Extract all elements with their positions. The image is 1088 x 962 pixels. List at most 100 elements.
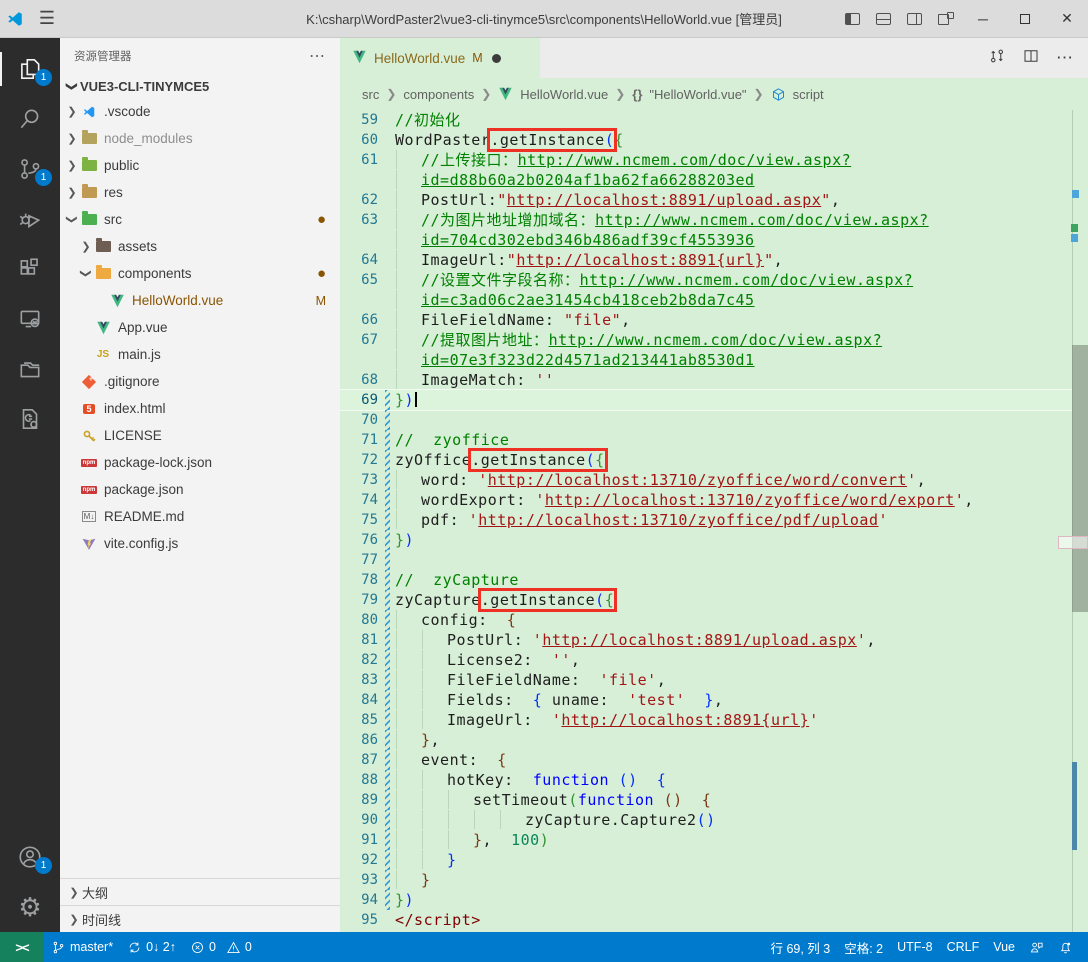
- open-changes-icon[interactable]: [988, 47, 1006, 70]
- scrollbar-thumb[interactable]: [1072, 345, 1088, 612]
- tree-item-components[interactable]: ❯components●: [60, 260, 340, 287]
- tree-root[interactable]: ❯ VUE3-CLI-TINYMCE5: [60, 74, 340, 98]
- toggle-sidebar-icon[interactable]: [845, 13, 860, 25]
- remote-indicator[interactable]: ><: [0, 932, 44, 962]
- code-line-92[interactable]: 92}: [340, 850, 1072, 870]
- code-line-64[interactable]: 64ImageUrl:"http://localhost:8891{url}",: [340, 250, 1072, 270]
- code-line-69[interactable]: 69}): [340, 390, 1072, 410]
- run-and-debug-icon[interactable]: [0, 194, 60, 244]
- code-line-59[interactable]: 59//初始化: [340, 110, 1072, 130]
- run-tools-icon[interactable]: [0, 394, 60, 444]
- tree-item-readme-md[interactable]: M↓README.md: [60, 503, 340, 530]
- tab-helloworld-vue[interactable]: HelloWorld.vue M: [340, 38, 540, 78]
- menu-hamburger-icon[interactable]: ☰: [30, 8, 64, 29]
- split-editor-icon[interactable]: [1022, 47, 1040, 70]
- settings-gear-icon[interactable]: ⚙: [0, 882, 60, 932]
- tree-item-vite-config-js[interactable]: vite.config.js: [60, 530, 340, 557]
- breadcrumb-item[interactable]: script: [793, 87, 824, 102]
- code-line-60[interactable]: 60WordPaster.getInstance({: [340, 130, 1072, 150]
- cursor-position[interactable]: 行 69, 列 3: [763, 932, 837, 962]
- breadcrumb-item[interactable]: components: [403, 87, 474, 102]
- git-sync-item[interactable]: 0↓ 2↑: [120, 932, 183, 962]
- extensions-icon[interactable]: [0, 244, 60, 294]
- breadcrumb-item[interactable]: "HelloWorld.vue": [649, 87, 746, 102]
- code-line-80[interactable]: 80config: {: [340, 610, 1072, 630]
- tree-item-public[interactable]: ❯public: [60, 152, 340, 179]
- code-line-wrap[interactable]: id=704cd302ebd346b486adf39cf4553936: [340, 230, 1072, 250]
- tree-item-license[interactable]: LICENSE: [60, 422, 340, 449]
- notifications-bell-icon[interactable]: [1051, 932, 1080, 962]
- toggle-secondary-sidebar-icon[interactable]: [907, 13, 922, 25]
- language-mode[interactable]: Vue: [986, 932, 1022, 962]
- tree-item-src[interactable]: ❯src●: [60, 206, 340, 233]
- maximize-button[interactable]: [1004, 0, 1046, 37]
- timeline-section[interactable]: ❯ 时间线: [60, 905, 340, 932]
- code-line-84[interactable]: 84Fields: { uname: 'test' },: [340, 690, 1072, 710]
- code-line-61[interactable]: 61//上传接口：http://www.ncmem.com/doc/view.a…: [340, 150, 1072, 170]
- code-line-72[interactable]: 72zyOffice.getInstance({: [340, 450, 1072, 470]
- code-line-81[interactable]: 81PostUrl: 'http://localhost:8891/upload…: [340, 630, 1072, 650]
- code-line-68[interactable]: 68ImageMatch: '': [340, 370, 1072, 390]
- encoding[interactable]: UTF-8: [890, 932, 939, 962]
- editor-more-actions-icon[interactable]: ⋯: [1056, 48, 1074, 68]
- tree-item--vscode[interactable]: ❯.vscode: [60, 98, 340, 125]
- close-button[interactable]: ✕: [1046, 0, 1088, 37]
- code-line-85[interactable]: 85ImageUrl: 'http://localhost:8891{url}': [340, 710, 1072, 730]
- code-line-83[interactable]: 83FileFieldName: 'file',: [340, 670, 1072, 690]
- code-line-62[interactable]: 62PostUrl:"http://localhost:8891/upload.…: [340, 190, 1072, 210]
- code-line-87[interactable]: 87event: {: [340, 750, 1072, 770]
- code-line-75[interactable]: 75pdf: 'http://localhost:13710/zyoffice/…: [340, 510, 1072, 530]
- code-line-79[interactable]: 79zyCapture.getInstance({: [340, 590, 1072, 610]
- code-line-91[interactable]: 91}, 100): [340, 830, 1072, 850]
- editor-pane[interactable]: 59//初始化60WordPaster.getInstance({61//上传接…: [340, 110, 1088, 932]
- code-line-89[interactable]: 89setTimeout(function () {: [340, 790, 1072, 810]
- code-line-63[interactable]: 63//为图片地址增加域名：http://www.ncmem.com/doc/v…: [340, 210, 1072, 230]
- tree-item-main-js[interactable]: JSmain.js: [60, 341, 340, 368]
- code-line-76[interactable]: 76}): [340, 530, 1072, 550]
- indentation[interactable]: 空格: 2: [837, 932, 890, 962]
- explorer-more-actions-icon[interactable]: ⋯: [309, 46, 326, 66]
- code-line-95[interactable]: 95</script>: [340, 910, 1072, 930]
- toggle-panel-icon[interactable]: [876, 13, 891, 25]
- git-branch-item[interactable]: master*: [44, 932, 120, 962]
- code-line-94[interactable]: 94}): [340, 890, 1072, 910]
- tree-item--gitignore[interactable]: .gitignore: [60, 368, 340, 395]
- code-line-73[interactable]: 73word: 'http://localhost:13710/zyoffice…: [340, 470, 1072, 490]
- code-line-78[interactable]: 78// zyCapture: [340, 570, 1072, 590]
- remote-explorer-icon[interactable]: [0, 294, 60, 344]
- search-icon[interactable]: [0, 94, 60, 144]
- tree-item-index-html[interactable]: 5index.html: [60, 395, 340, 422]
- tree-item-package-json[interactable]: npmpackage.json: [60, 476, 340, 503]
- accounts-icon[interactable]: 1: [0, 832, 60, 882]
- tree-item-helloworld-vue[interactable]: HelloWorld.vueM: [60, 287, 340, 314]
- code-line-wrap[interactable]: id=d88b60a2b0204af1ba62fa66288203ed: [340, 170, 1072, 190]
- code-line-66[interactable]: 66FileFieldName: "file",: [340, 310, 1072, 330]
- code-line-wrap[interactable]: id=07e3f323d22d4571ad213441ab8530d1: [340, 350, 1072, 370]
- code-line-67[interactable]: 67//提取图片地址：http://www.ncmem.com/doc/view…: [340, 330, 1072, 350]
- customize-layout-icon[interactable]: [938, 12, 954, 25]
- tree-item-assets[interactable]: ❯assets: [60, 233, 340, 260]
- code-line-71[interactable]: 71// zyoffice: [340, 430, 1072, 450]
- code-line-82[interactable]: 82License2: '',: [340, 650, 1072, 670]
- eol[interactable]: CRLF: [940, 932, 987, 962]
- tree-item-app-vue[interactable]: App.vue: [60, 314, 340, 341]
- breadcrumb-item[interactable]: HelloWorld.vue: [520, 87, 608, 102]
- source-control-icon[interactable]: 1: [0, 144, 60, 194]
- problems-item[interactable]: 0 0: [183, 932, 259, 962]
- explorer-icon[interactable]: 1: [0, 44, 60, 94]
- code-line-90[interactable]: 90zyCapture.Capture2(): [340, 810, 1072, 830]
- code-line-88[interactable]: 88hotKey: function () {: [340, 770, 1072, 790]
- code-line-70[interactable]: 70: [340, 410, 1072, 430]
- minimize-button[interactable]: ─: [962, 0, 1004, 37]
- outline-section[interactable]: ❯ 大纲: [60, 878, 340, 905]
- code-line-65[interactable]: 65//设置文件字段名称：http://www.ncmem.com/doc/vi…: [340, 270, 1072, 290]
- tree-item-res[interactable]: ❯res: [60, 179, 340, 206]
- code-line-93[interactable]: 93}: [340, 870, 1072, 890]
- dirty-dot-icon[interactable]: [492, 54, 501, 63]
- editor-scrollbar[interactable]: [1072, 110, 1088, 932]
- feedback-icon[interactable]: [1022, 932, 1051, 962]
- code-line-77[interactable]: 77: [340, 550, 1072, 570]
- code-line-86[interactable]: 86},: [340, 730, 1072, 750]
- breadcrumb-item[interactable]: src: [362, 87, 379, 102]
- code-line-wrap[interactable]: id=c3ad06c2ae31454cb418ceb2b8da7c45: [340, 290, 1072, 310]
